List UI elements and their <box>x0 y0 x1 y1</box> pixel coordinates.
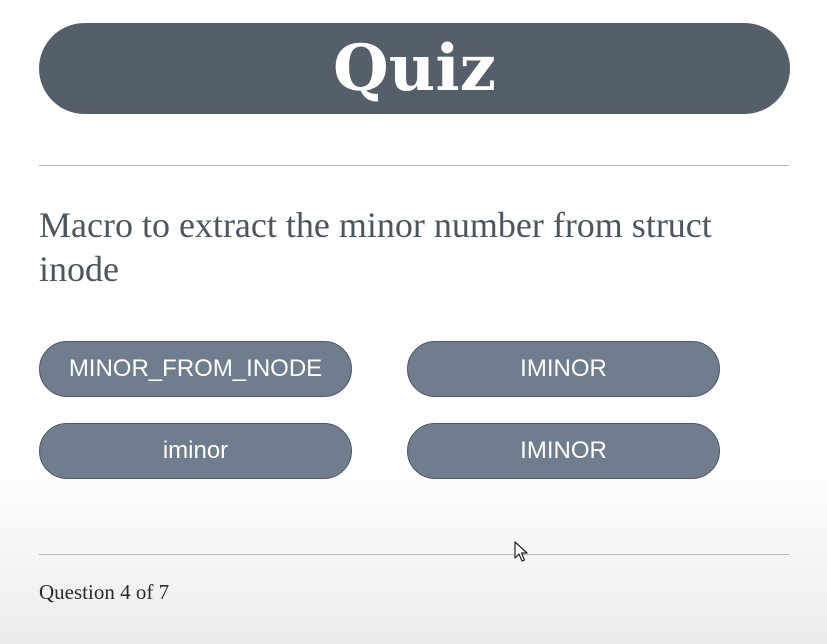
bottom-divider <box>39 554 789 555</box>
answer-button-3[interactable]: iminor <box>39 423 352 479</box>
top-divider <box>39 165 789 166</box>
answer-button-4[interactable]: IMINOR <box>407 423 720 479</box>
answer-button-2[interactable]: IMINOR <box>407 341 720 397</box>
question-text: Macro to extract the minor number from s… <box>39 205 712 289</box>
mouse-pointer-icon <box>514 541 528 562</box>
answer-button-1[interactable]: MINOR_FROM_INODE <box>39 341 352 397</box>
question-progress: Question 4 of 7 <box>39 580 170 604</box>
quiz-title-banner: Quiz <box>39 23 790 114</box>
quiz-title: Quiz <box>333 30 496 106</box>
